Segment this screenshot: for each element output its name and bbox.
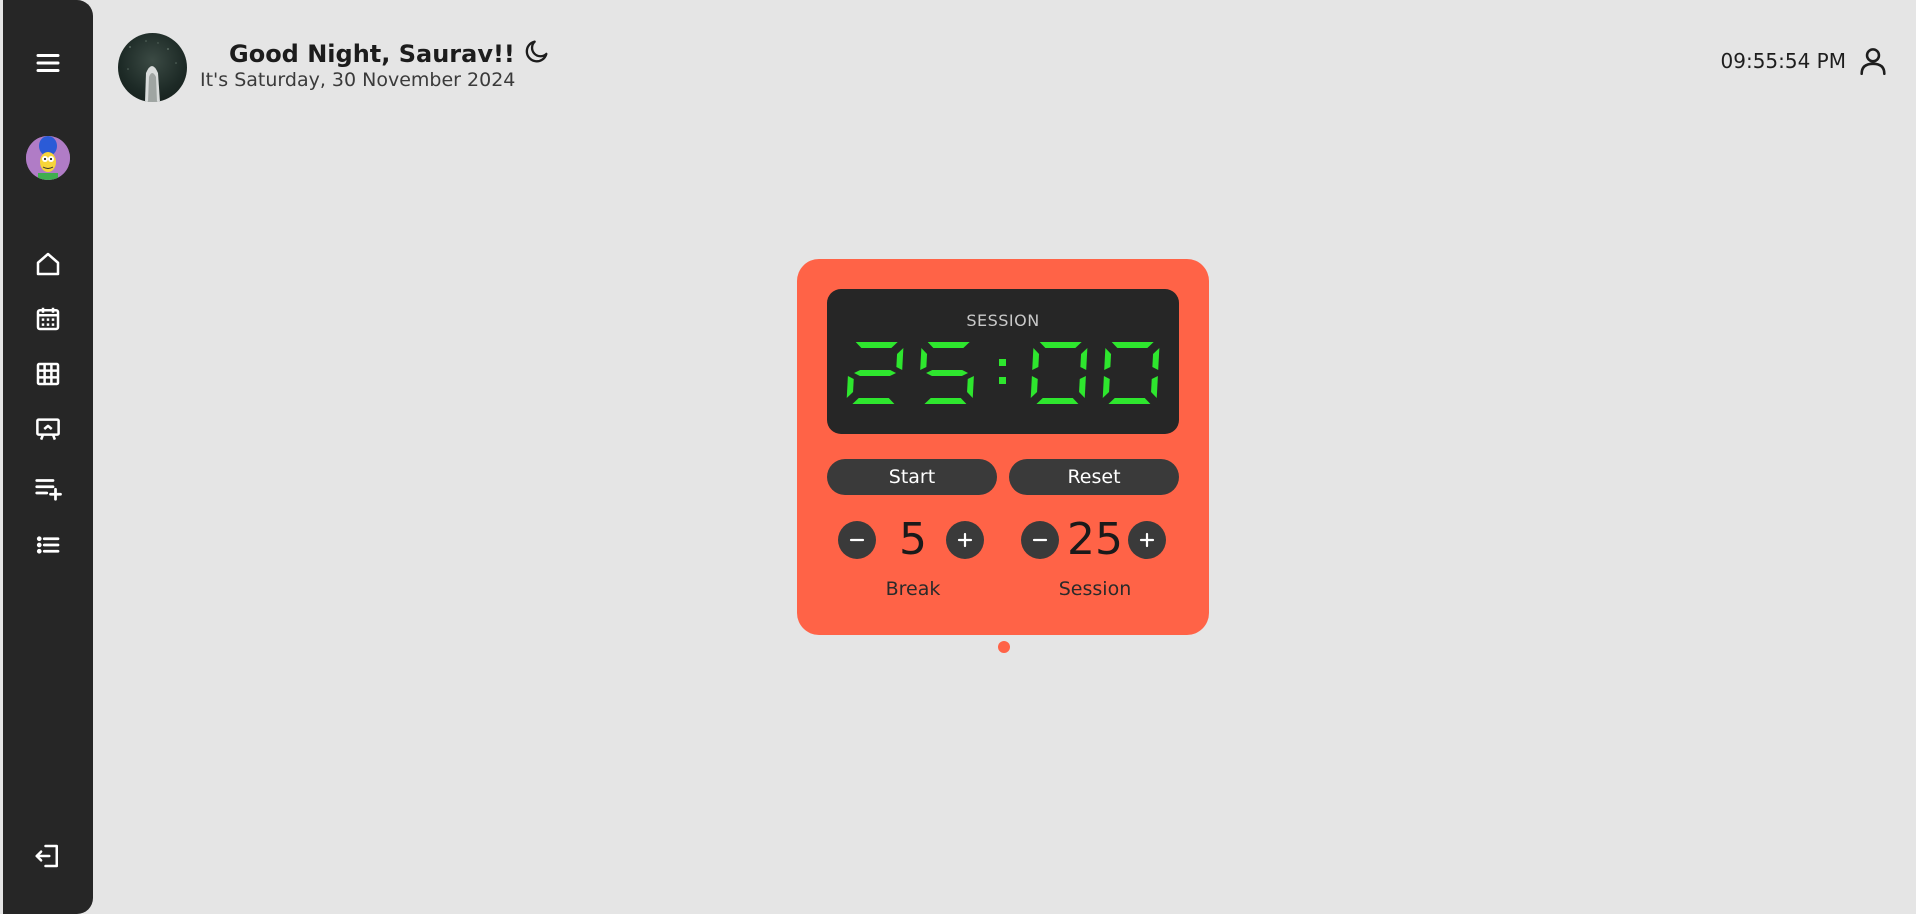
clock: 09:55:54 PM <box>1720 49 1847 73</box>
logout-icon[interactable] <box>28 836 68 876</box>
break-increment-button[interactable] <box>946 521 984 559</box>
timer-display-text: 25:00 <box>827 289 828 290</box>
date-line: It's Saturday, 30 November 2024 <box>200 69 516 91</box>
avatar[interactable] <box>26 136 70 180</box>
calendar-icon[interactable] <box>28 299 68 339</box>
presentation-icon[interactable] <box>28 409 68 449</box>
menu-icon[interactable] <box>28 43 68 83</box>
greeting: Good Night, Saurav!! <box>229 37 551 71</box>
timer-digit <box>1102 342 1160 404</box>
grid-icon[interactable] <box>28 354 68 394</box>
playlist-add-icon[interactable] <box>28 468 68 508</box>
timer-digit <box>920 342 974 404</box>
user-icon[interactable] <box>1856 44 1890 78</box>
minus-icon <box>1032 538 1048 542</box>
session-decrement-button[interactable] <box>1021 521 1059 559</box>
plus-icon <box>1139 532 1155 548</box>
pomodoro-timer-card: SESSION 25:00 Start Reset 5 Break 25 Ses… <box>797 259 1209 635</box>
start-button[interactable]: Start <box>827 459 997 495</box>
sidebar <box>3 0 93 914</box>
home-icon[interactable] <box>28 244 68 284</box>
timer-digit <box>1030 342 1088 404</box>
session-label: Session <box>1058 578 1132 600</box>
minus-icon <box>849 538 865 542</box>
break-value: 5 <box>899 514 927 565</box>
session-value: 25 <box>1067 514 1123 565</box>
reset-button[interactable]: Reset <box>1009 459 1179 495</box>
plus-icon <box>957 532 973 548</box>
timer-mode-label: SESSION <box>966 311 1040 330</box>
timer-digits <box>827 334 1179 414</box>
timer-display: SESSION 25:00 <box>827 289 1179 434</box>
break-label: Break <box>885 578 941 600</box>
break-decrement-button[interactable] <box>838 521 876 559</box>
page-indicator-dot[interactable] <box>998 641 1010 653</box>
greeting-text: Good Night, Saurav!! <box>229 40 515 68</box>
list-icon[interactable] <box>28 525 68 565</box>
timer-colon <box>999 359 1006 384</box>
moon-icon <box>523 37 551 71</box>
profile-picture <box>118 33 187 102</box>
session-increment-button[interactable] <box>1128 521 1166 559</box>
timer-digit <box>846 342 904 404</box>
